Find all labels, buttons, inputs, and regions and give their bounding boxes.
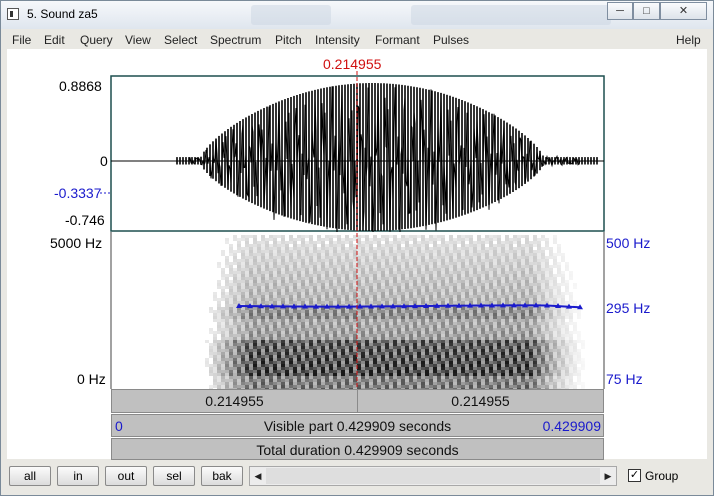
menu-select[interactable]: Select <box>164 33 197 47</box>
part-before-cursor[interactable]: 0.214955 <box>112 390 358 412</box>
praat-sound-editor-window: 5. Sound za5 ─ □ ✕ File Edit Query View … <box>0 0 714 496</box>
zoom-all-button[interactable]: all <box>9 466 51 486</box>
close-icon[interactable]: ✕ <box>660 2 707 20</box>
menu-help[interactable]: Help <box>676 33 701 47</box>
group-label: Group <box>645 469 679 483</box>
group-checkbox[interactable]: ✓ <box>628 469 641 482</box>
total-duration-bar[interactable]: Total duration 0.429909 seconds <box>111 438 604 460</box>
time-scrollbar[interactable]: ◀ ▶ <box>249 466 617 486</box>
menu-query[interactable]: Query <box>80 33 113 47</box>
menu-pitch[interactable]: Pitch <box>275 33 302 47</box>
waveform-panel <box>100 75 605 237</box>
praat-app-icon <box>7 8 19 20</box>
visible-end-time: 0.429909 <box>542 418 601 434</box>
part-after-cursor[interactable]: 0.214955 <box>358 390 603 412</box>
visible-part-label: Visible part 0.429909 seconds <box>263 418 452 434</box>
menu-formant[interactable]: Formant <box>375 33 420 47</box>
right-part-duration: 0.214955 <box>451 393 510 409</box>
total-duration-label: Total duration 0.429909 seconds <box>256 442 459 458</box>
selection-bar: 0.214955 0.214955 <box>111 389 604 413</box>
background-window-ghost <box>411 5 611 25</box>
background-window-ghost <box>251 5 331 25</box>
scroll-right-icon[interactable]: ▶ <box>600 467 616 485</box>
editor-canvas[interactable]: 0.214955 0.8868 0 -0.3337 -0.746 5000 Hz… <box>7 49 707 460</box>
zoom-selection-button[interactable]: sel <box>153 466 195 486</box>
title-bar: 5. Sound za5 ─ □ ✕ <box>1 1 713 29</box>
zoom-in-button[interactable]: in <box>57 466 99 486</box>
scrollbar-track[interactable] <box>266 468 600 484</box>
minimize-icon[interactable]: ─ <box>607 2 633 20</box>
zoom-back-button[interactable]: bak <box>201 466 243 486</box>
maximize-icon[interactable]: □ <box>633 2 660 20</box>
left-part-duration: 0.214955 <box>205 393 264 409</box>
sound-plots <box>100 71 605 389</box>
menu-bar: File Edit Query View Select Spectrum Pit… <box>7 31 707 49</box>
menu-file[interactable]: File <box>12 33 31 47</box>
menu-intensity[interactable]: Intensity <box>315 33 360 47</box>
window-title: 5. Sound za5 <box>27 7 98 21</box>
zoom-out-button[interactable]: out <box>105 466 147 486</box>
menu-spectrum[interactable]: Spectrum <box>210 33 261 47</box>
scroll-left-icon[interactable]: ◀ <box>250 467 266 485</box>
visible-part-bar[interactable]: 0 Visible part 0.429909 seconds 0.429909 <box>111 414 604 437</box>
menu-view[interactable]: View <box>125 33 151 47</box>
menu-edit[interactable]: Edit <box>44 33 65 47</box>
menu-pulses[interactable]: Pulses <box>433 33 469 47</box>
